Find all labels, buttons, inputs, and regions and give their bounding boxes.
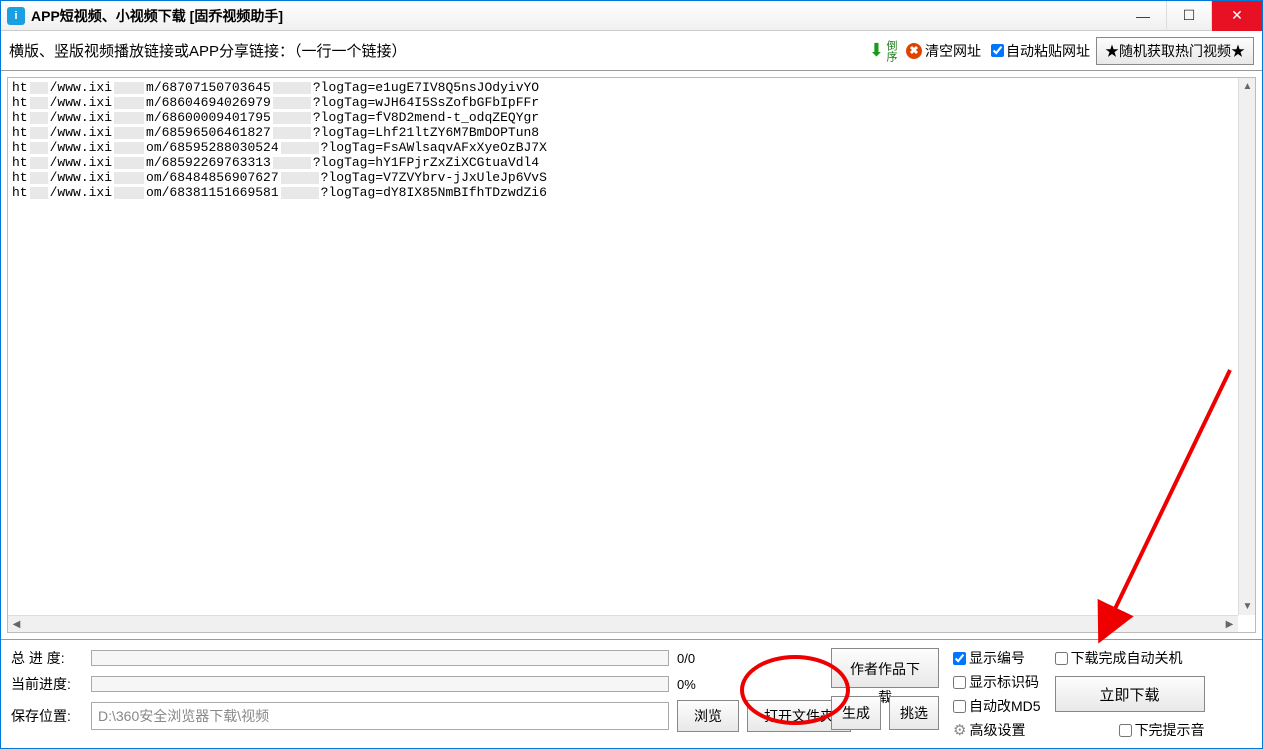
url-line: ht/www.ixim/68592269763313?logTag=hY1FPj…: [12, 155, 1251, 170]
url-line: ht/www.ixim/68707150703645?logTag=e1ugE7…: [12, 80, 1251, 95]
scroll-up-icon[interactable]: ▲: [1239, 78, 1256, 95]
url-line: ht/www.ixiom/68484856907627?logTag=V7ZVY…: [12, 170, 1251, 185]
url-textarea[interactable]: ht/www.ixim/68707150703645?logTag=e1ugE7…: [8, 78, 1255, 632]
scroll-left-icon[interactable]: ◀: [8, 616, 25, 633]
scroll-down-icon[interactable]: ▼: [1239, 598, 1256, 615]
minimize-button[interactable]: —: [1120, 1, 1166, 31]
show-number-checkbox[interactable]: 显示编号: [953, 648, 1041, 668]
clear-icon: ✖: [906, 43, 922, 59]
advanced-settings-button[interactable]: ⚙高级设置: [953, 720, 1041, 740]
random-video-button[interactable]: ★随机获取热门视频★: [1096, 37, 1254, 65]
download-now-button[interactable]: 立即下载: [1055, 676, 1205, 712]
autopaste-checkbox[interactable]: 自动粘贴网址: [991, 41, 1090, 61]
gear-icon: ⚙: [953, 721, 966, 739]
vertical-scrollbar[interactable]: ▲ ▼: [1238, 78, 1255, 615]
finish-sound-checkbox[interactable]: 下完提示音: [1055, 720, 1205, 740]
sort-label: 倒序: [885, 40, 896, 62]
total-progress-bar: [91, 650, 669, 666]
generate-button[interactable]: 生成: [831, 696, 881, 730]
pick-button[interactable]: 挑选: [889, 696, 939, 730]
url-line: ht/www.ixiom/68595288030524?logTag=FsAWl…: [12, 140, 1251, 155]
current-progress-bar: [91, 676, 669, 692]
save-path-label: 保存位置:: [11, 706, 83, 726]
scroll-right-icon[interactable]: ▶: [1221, 616, 1238, 633]
author-works-button[interactable]: 作者作品下载: [831, 648, 939, 688]
url-line: ht/www.ixim/68596506461827?logTag=Lhf21l…: [12, 125, 1251, 140]
save-path-input[interactable]: [91, 702, 669, 730]
toolbar-hint: 横版、竖版视频播放链接或APP分享链接：（一行一个链接）: [9, 40, 407, 61]
current-progress-label: 当前进度:: [11, 674, 83, 694]
app-icon: i: [7, 7, 25, 25]
clear-url-button[interactable]: ✖ 清空网址: [902, 41, 985, 61]
autopaste-input[interactable]: [991, 44, 1004, 57]
maximize-button[interactable]: ☐: [1166, 1, 1212, 31]
url-line: ht/www.ixim/68600009401795?logTag=fV8D2m…: [12, 110, 1251, 125]
close-button[interactable]: ✕: [1212, 1, 1262, 31]
url-line: ht/www.ixiom/68381151669581?logTag=dY8IX…: [12, 185, 1251, 200]
sort-button[interactable]: ⬇ 倒序: [869, 40, 896, 62]
autopaste-label: 自动粘贴网址: [1006, 41, 1090, 61]
current-progress-text: 0%: [677, 677, 717, 692]
toolbar: 横版、竖版视频播放链接或APP分享链接：（一行一个链接） ⬇ 倒序 ✖ 清空网址…: [1, 31, 1262, 71]
titlebar: i APP短视频、小视频下载 [固乔视频助手] — ☐ ✕: [1, 1, 1262, 31]
bottom-panel: 总 进 度: 0/0 当前进度: 0% 保存位置: 浏览 打开文件夹 作者作品下…: [1, 639, 1262, 748]
clear-url-label: 清空网址: [925, 41, 981, 61]
url-textarea-wrap: ht/www.ixim/68707150703645?logTag=e1ugE7…: [7, 77, 1256, 633]
auto-md5-checkbox[interactable]: 自动改MD5: [953, 696, 1041, 716]
total-progress-text: 0/0: [677, 651, 717, 666]
auto-shutdown-checkbox[interactable]: 下载完成自动关机: [1055, 648, 1205, 668]
window-title: APP短视频、小视频下载 [固乔视频助手]: [31, 6, 283, 26]
sort-arrow-icon: ⬇: [869, 40, 884, 61]
total-progress-label: 总 进 度:: [11, 648, 83, 668]
show-idcode-checkbox[interactable]: 显示标识码: [953, 672, 1041, 692]
url-line: ht/www.ixim/68604694026979?logTag=wJH64I…: [12, 95, 1251, 110]
browse-button[interactable]: 浏览: [677, 700, 739, 732]
horizontal-scrollbar[interactable]: ◀ ▶: [8, 615, 1238, 632]
